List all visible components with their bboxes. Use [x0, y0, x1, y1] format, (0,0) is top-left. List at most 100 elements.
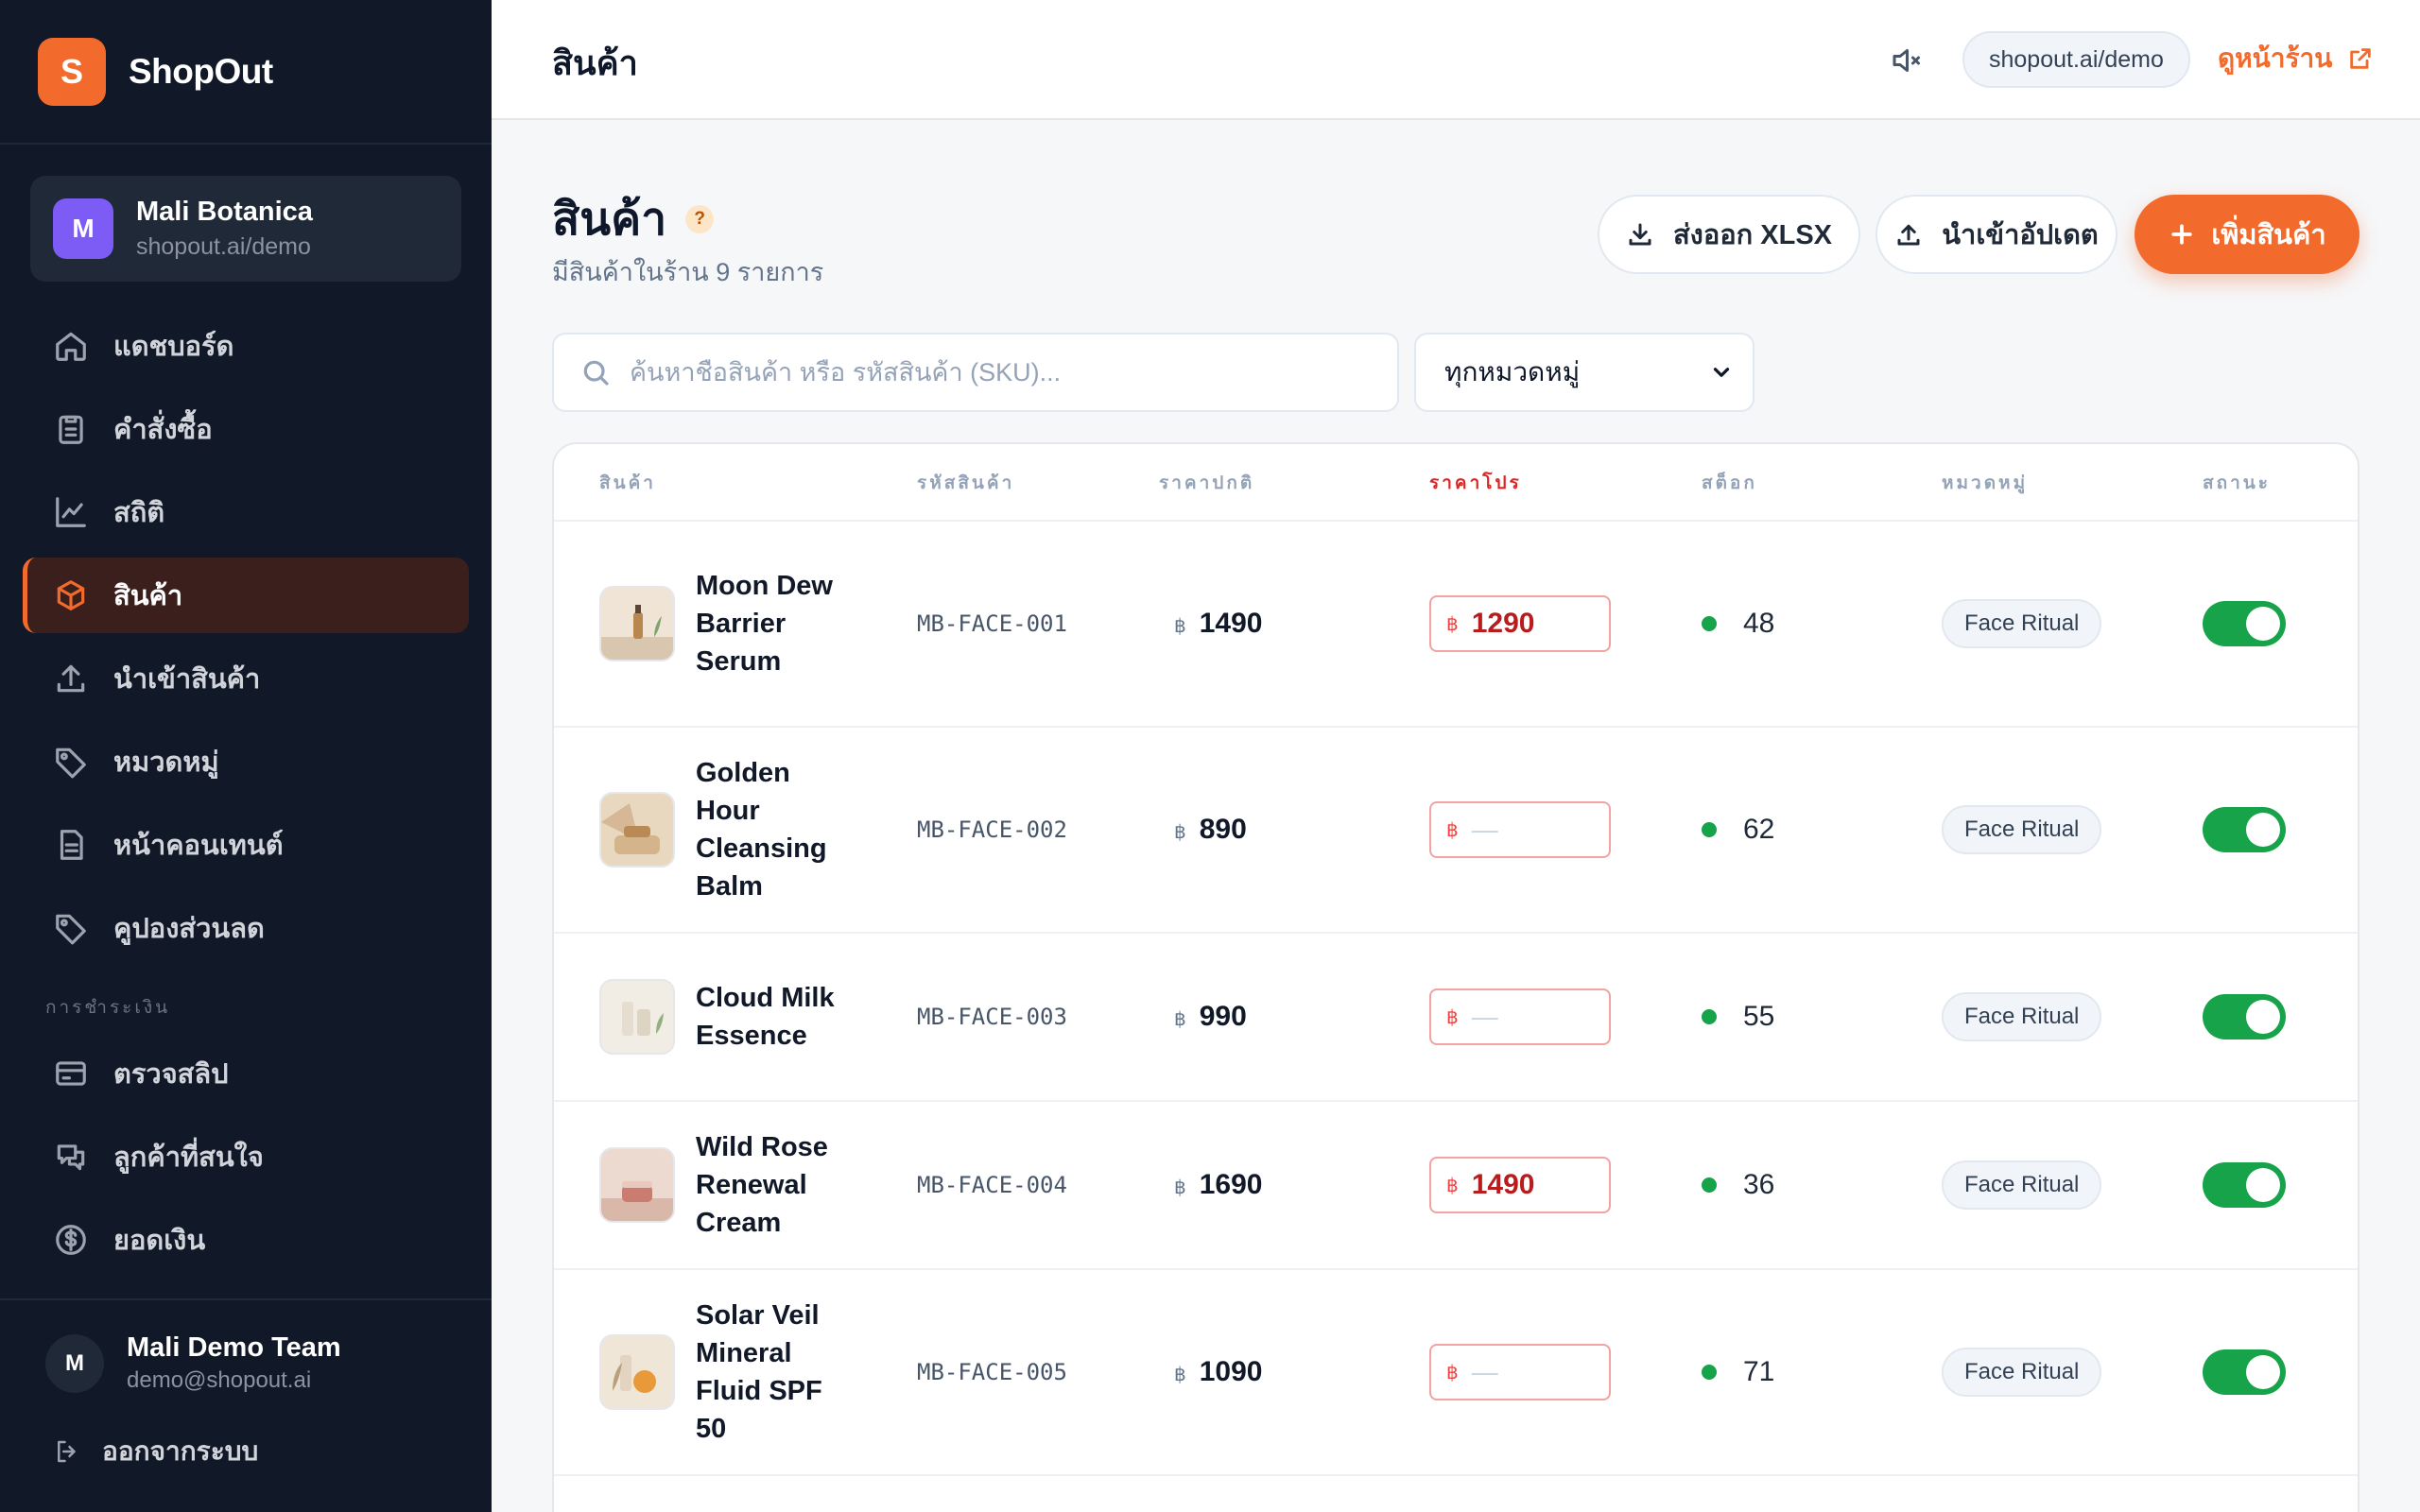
- brand-logo: S: [38, 37, 106, 106]
- promo-price-input[interactable]: ฿ —: [1429, 801, 1611, 858]
- sidebar-item-dashboard[interactable]: แดชบอร์ด: [23, 308, 469, 384]
- help-icon[interactable]: ?: [685, 205, 715, 233]
- product-name[interactable]: Golden Hour Cleansing Balm: [696, 754, 856, 905]
- search-box[interactable]: [552, 333, 1399, 412]
- view-store-label: ดูหน้าร้าน: [2218, 43, 2333, 73]
- sidebar-item-label: นำเข้าสินค้า: [113, 664, 261, 695]
- user-profile[interactable]: M Mali Demo Team demo@shopout.ai: [45, 1332, 341, 1394]
- sidebar-item-leads[interactable]: ลูกค้าที่สนใจ: [23, 1119, 469, 1194]
- card-icon: [56, 1061, 86, 1086]
- promo-price-input[interactable]: ฿ 1490: [1429, 1157, 1611, 1213]
- product-thumbnail[interactable]: [599, 728, 675, 932]
- regular-price: ฿ 1690: [1174, 1169, 1263, 1200]
- sidebar-item-label: คูปองส่วนลด: [113, 914, 265, 944]
- sidebar-item-slip-check[interactable]: ตรวจสลิป: [23, 1036, 469, 1111]
- status-toggle[interactable]: [2203, 601, 2286, 646]
- view-store-link[interactable]: ดูหน้าร้าน: [2218, 38, 2374, 79]
- user-panel: M Mali Demo Team demo@shopout.ai ออกจากร…: [0, 1298, 492, 1512]
- product-thumbnail[interactable]: [599, 934, 675, 1100]
- sidebar-item-content-pages[interactable]: หน้าคอนเทนต์: [23, 807, 469, 883]
- status-toggle[interactable]: [2203, 807, 2286, 852]
- product-image: [601, 1336, 673, 1408]
- logout-label: ออกจากระบบ: [102, 1436, 259, 1466]
- category-badge: Face Ritual: [1942, 599, 2102, 648]
- category-select[interactable]: ทุกหมวดหมู่: [1414, 333, 1754, 412]
- sidebar-item-categories[interactable]: หมวดหมู่: [23, 724, 469, 799]
- sidebar-item-import-products[interactable]: นำเข้าสินค้า: [23, 641, 469, 716]
- status-toggle[interactable]: [2203, 1162, 2286, 1208]
- logout-button[interactable]: ออกจากระบบ: [53, 1431, 258, 1472]
- import-update-button[interactable]: นำเข้าอัปเดต: [1876, 195, 2118, 274]
- import-update-label: นำเข้าอัปเดต: [1942, 220, 2099, 250]
- store-name: Mali Botanica: [136, 197, 313, 227]
- column-header-product[interactable]: สินค้า: [599, 444, 656, 522]
- category-select-value: ทุกหมวดหมู่: [1444, 357, 1581, 387]
- table-row[interactable]: Cloud Milk Essence MB-FACE-003 ฿ 990 ฿ — 5…: [554, 934, 2358, 1102]
- export-xlsx-button[interactable]: ส่งออก XLSX: [1598, 195, 1860, 274]
- upload-icon: [57, 664, 85, 693]
- stock-count: 36: [1702, 1169, 1774, 1201]
- product-name[interactable]: Solar Veil Mineral Fluid SPF 50: [696, 1297, 856, 1448]
- sidebar-item-stats[interactable]: สถิติ: [23, 474, 469, 550]
- promo-price-value: 1490: [1471, 1169, 1535, 1200]
- product-thumbnail[interactable]: [599, 1270, 675, 1474]
- external-link-icon: [2350, 48, 2372, 69]
- upload-icon: [1897, 224, 1920, 246]
- add-product-button[interactable]: เพิ่มสินค้า: [2135, 195, 2360, 274]
- home-icon: [56, 332, 86, 361]
- sidebar-item-products[interactable]: สินค้า: [23, 558, 469, 633]
- add-product-label: เพิ่มสินค้า: [2211, 220, 2326, 250]
- product-name[interactable]: Moon Dew Barrier Serum: [696, 567, 856, 680]
- mute-button[interactable]: [1885, 40, 1927, 81]
- store-url-pill[interactable]: shopout.ai/demo: [1962, 31, 2190, 88]
- status-toggle[interactable]: [2203, 994, 2286, 1040]
- product-sku: MB-FACE-003: [917, 1004, 1067, 1030]
- table-row[interactable]: Wild Rose Renewal Cream MB-FACE-004 ฿ 169…: [554, 1102, 2358, 1270]
- chevron-down-icon: [1713, 368, 1730, 377]
- promo-price-input[interactable]: ฿ 1290: [1429, 595, 1611, 652]
- user-name: Mali Demo Team: [127, 1332, 341, 1363]
- product-thumbnail[interactable]: [599, 1102, 675, 1268]
- sidebar-item-label: ยอดเงิน: [113, 1226, 206, 1256]
- column-header-sku[interactable]: รหัสสินค้า: [917, 444, 1014, 522]
- sidebar-item-balance[interactable]: ยอดเงิน: [23, 1202, 469, 1278]
- regular-price: ฿ 1090: [1174, 1356, 1263, 1387]
- store-switcher[interactable]: M Mali Botanica shopout.ai/demo: [30, 176, 461, 282]
- product-name[interactable]: Wild Rose Renewal Cream: [696, 1128, 856, 1242]
- download-icon: [1629, 223, 1651, 246]
- sidebar-item-label: คำสั่งซื้อ: [113, 415, 213, 445]
- page-title-text: สินค้า: [552, 195, 667, 245]
- category-badge: Face Ritual: [1942, 1160, 2102, 1210]
- coupon-tag-icon: [56, 914, 86, 945]
- sidebar-item-label: ตรวจสลิป: [113, 1059, 229, 1090]
- table-row[interactable]: Golden Hour Cleansing Balm MB-FACE-002 ฿…: [554, 728, 2358, 934]
- product-image: [601, 981, 673, 1053]
- chat-icon: [57, 1144, 85, 1171]
- product-thumbnail[interactable]: [599, 522, 675, 726]
- column-header-price[interactable]: ราคาปกติ: [1159, 444, 1254, 522]
- box-icon: [57, 580, 85, 610]
- product-name[interactable]: Cloud Milk Essence: [696, 979, 856, 1055]
- topbar-title: สินค้า: [552, 43, 638, 82]
- avatar: M: [45, 1333, 104, 1393]
- column-header-promo-price[interactable]: ราคาโปร: [1429, 444, 1522, 522]
- promo-price-input[interactable]: ฿ —: [1429, 1344, 1611, 1400]
- table-row[interactable]: Solar Veil Mineral Fluid SPF 50 MB-FACE-…: [554, 1270, 2358, 1476]
- column-header-stock[interactable]: สต็อก: [1702, 444, 1757, 522]
- stock-count: 55: [1702, 1001, 1774, 1033]
- status-toggle[interactable]: [2203, 1349, 2286, 1395]
- sidebar: S ShopOut M Mali Botanica shopout.ai/dem…: [0, 0, 492, 1512]
- search-input[interactable]: [630, 357, 1386, 387]
- column-header-category[interactable]: หมวดหมู่: [1942, 444, 2028, 522]
- sidebar-item-coupons[interactable]: คูปองส่วนลด: [23, 890, 469, 966]
- brand[interactable]: S ShopOut: [0, 0, 492, 145]
- column-header-status[interactable]: สถานะ: [2203, 444, 2271, 522]
- table-row[interactable]: Moon Dew Barrier Serum MB-FACE-001 ฿ 1490…: [554, 522, 2358, 728]
- sidebar-item-orders[interactable]: คำสั่งซื้อ: [23, 391, 469, 467]
- store-avatar: M: [53, 198, 113, 259]
- promo-price-input[interactable]: ฿ —: [1429, 988, 1611, 1045]
- regular-price: ฿ 990: [1174, 1001, 1247, 1032]
- product-count: มีสินค้าในร้าน 9 รายการ: [552, 258, 824, 286]
- store-url: shopout.ai/demo: [136, 233, 311, 260]
- products-table: สินค้า รหัสสินค้า ราคาปกติ ราคาโปร สต็อก…: [552, 442, 2360, 1512]
